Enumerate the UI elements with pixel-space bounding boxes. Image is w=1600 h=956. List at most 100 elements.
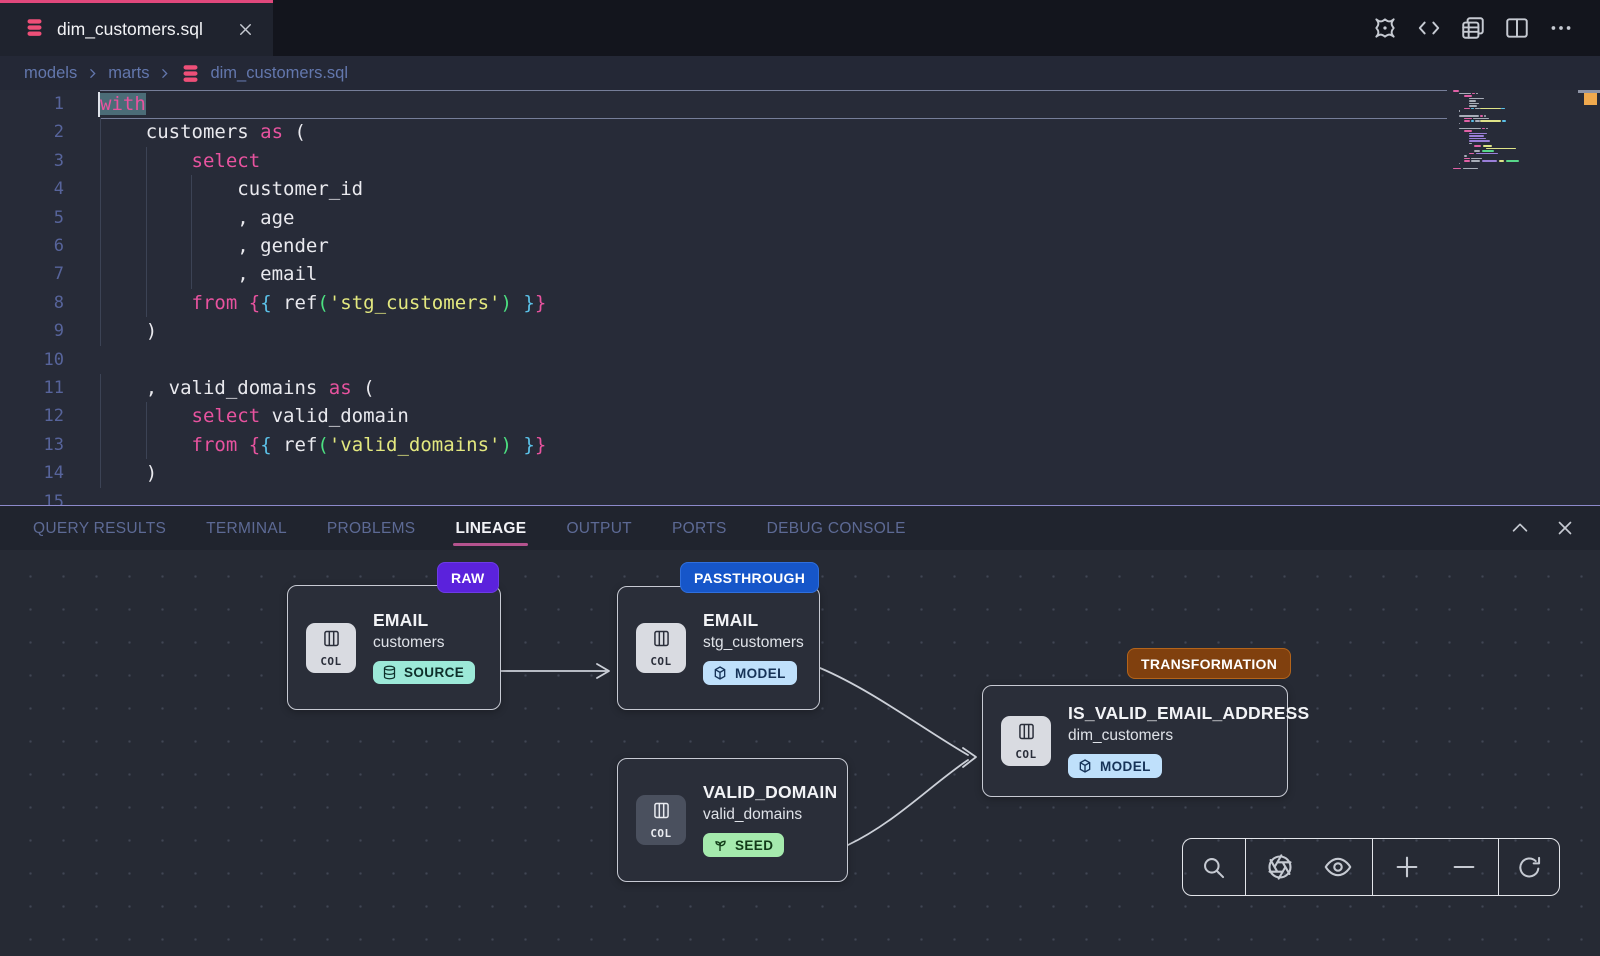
node-model-name: stg_customers — [703, 634, 804, 652]
code-line[interactable]: with — [100, 90, 546, 118]
code-line[interactable]: , valid_domains as ( — [100, 374, 546, 402]
code-token: { — [260, 434, 271, 456]
lineage-node-valid_domains[interactable]: COLVALID_DOMAINvalid_domainsSEED — [617, 758, 848, 882]
split-editor-icon[interactable] — [1503, 15, 1530, 42]
code-token: { — [260, 292, 271, 314]
refresh-icon[interactable] — [1506, 844, 1552, 890]
close-tab-icon[interactable] — [236, 20, 255, 39]
node-type-pill-source: SOURCE — [373, 661, 475, 684]
lineage-node-dim_customers[interactable]: COLIS_VALID_EMAIL_ADDRESSdim_customersMO… — [982, 685, 1288, 797]
code-token: } — [535, 292, 546, 314]
minimap[interactable] — [1450, 90, 1578, 505]
line-number: 13 — [0, 431, 64, 459]
chevron-right-icon — [86, 67, 99, 80]
lineage-node-customers[interactable]: COLEMAILcustomersSOURCE — [287, 585, 501, 710]
code-line[interactable]: from {{ ref('valid_domains') }} — [100, 431, 546, 459]
code-token: } — [523, 292, 534, 314]
panel-tab-query-results[interactable]: QUERY RESULTS — [33, 508, 166, 548]
database-icon — [382, 665, 397, 680]
cube-icon — [712, 665, 728, 681]
code-token: { — [249, 292, 260, 314]
code-line[interactable]: select valid_domain — [100, 402, 546, 430]
columns-icon — [651, 800, 672, 826]
node-column-name: VALID_DOMAIN — [703, 782, 837, 803]
code-token — [100, 178, 237, 200]
code-line[interactable]: from {{ ref('stg_customers') }} — [100, 289, 546, 317]
close-panel-icon[interactable] — [1551, 515, 1578, 542]
overview-ruler-marker — [1584, 93, 1597, 105]
zoom-in-icon[interactable] — [1384, 844, 1430, 890]
column-icon: COL — [636, 795, 686, 845]
eye-icon[interactable] — [1315, 844, 1361, 890]
code-token: ( — [283, 121, 306, 143]
aperture-icon[interactable] — [1257, 844, 1303, 890]
code-token: ( — [352, 377, 375, 399]
code-line[interactable]: customers as ( — [100, 118, 546, 146]
line-number: 8 — [0, 289, 64, 317]
node-column-name: IS_VALID_EMAIL_ADDRESS — [1068, 703, 1309, 724]
node-type-label: MODEL — [735, 666, 786, 681]
lineage-canvas[interactable]: RAWCOLEMAILcustomersSOURCEPASSTHROUGHCOL… — [0, 550, 1600, 956]
code-token: ( — [317, 434, 328, 456]
lineage-toolbar — [1182, 838, 1560, 896]
panel-tab-output[interactable]: OUTPUT — [566, 508, 632, 548]
code-line[interactable]: , age — [100, 204, 546, 232]
node-type-label: MODEL — [1100, 759, 1151, 774]
breadcrumb-file[interactable]: dim_customers.sql — [210, 64, 348, 83]
code-editor[interactable]: 123456789101112131415 with customers as … — [0, 90, 1600, 505]
selected-text: with — [100, 93, 146, 115]
code-line[interactable]: select — [100, 147, 546, 175]
code-token: } — [523, 434, 534, 456]
line-number: 9 — [0, 317, 64, 345]
code-token: from — [192, 434, 238, 456]
line-number: 2 — [0, 118, 64, 146]
code-token: ref — [272, 434, 318, 456]
code-icon[interactable] — [1415, 15, 1442, 42]
code-line[interactable] — [100, 487, 546, 505]
line-number: 4 — [0, 175, 64, 203]
code-line[interactable]: customer_id — [100, 175, 546, 203]
line-number: 1 — [0, 90, 64, 118]
code-token: ) — [500, 292, 511, 314]
node-model-name: customers — [373, 634, 475, 652]
panel-tab-terminal[interactable]: TERMINAL — [206, 508, 287, 548]
code-token: as — [329, 377, 352, 399]
code-token: as — [260, 121, 283, 143]
code-token: email — [260, 263, 317, 285]
panel-tab-ports[interactable]: PORTS — [672, 508, 727, 548]
lineage-badge-passthrough: PASSTHROUGH — [680, 562, 819, 593]
column-icon: COL — [306, 623, 356, 673]
indent-guide — [146, 402, 147, 459]
panel-tab-problems[interactable]: PROBLEMS — [327, 508, 416, 548]
col-label: COL — [320, 655, 341, 668]
code-line[interactable]: ) — [100, 317, 546, 345]
tab-dim-customers-sql[interactable]: dim_customers.sql — [0, 0, 273, 56]
code-token: valid_domains — [169, 377, 329, 399]
panel-tab-lineage[interactable]: LINEAGE — [455, 508, 526, 548]
collapse-panel-icon[interactable] — [1506, 515, 1533, 542]
code-line[interactable]: ) — [100, 459, 546, 487]
col-label: COL — [650, 827, 671, 840]
node-model-name: dim_customers — [1068, 727, 1309, 745]
code-content[interactable]: with customers as ( select customer_id ,… — [100, 90, 546, 505]
lineage-node-stg_customers[interactable]: COLEMAILstg_customersMODEL — [617, 586, 820, 710]
search-icon[interactable] — [1191, 844, 1237, 890]
code-token: ( — [317, 292, 328, 314]
sql-file-icon — [180, 63, 201, 84]
copy-table-icon[interactable] — [1459, 15, 1486, 42]
breadcrumb-marts[interactable]: marts — [108, 64, 149, 83]
chevron-right-icon — [158, 67, 171, 80]
edge-seed-to-dim — [848, 760, 968, 845]
code-line[interactable]: , gender — [100, 232, 546, 260]
breadcrumb-models[interactable]: models — [24, 64, 77, 83]
code-line[interactable]: , email — [100, 260, 546, 288]
breadcrumb: models marts dim_customers.sql — [0, 56, 1600, 90]
dbt-logo-icon[interactable] — [1371, 15, 1398, 42]
more-icon[interactable] — [1547, 15, 1574, 42]
code-token: ) — [100, 462, 157, 484]
zoom-out-icon[interactable] — [1441, 844, 1487, 890]
code-line[interactable] — [100, 346, 546, 374]
panel-tab-debug-console[interactable]: DEBUG CONSOLE — [767, 508, 906, 548]
code-token: ref — [272, 292, 318, 314]
node-type-label: SOURCE — [404, 665, 464, 680]
